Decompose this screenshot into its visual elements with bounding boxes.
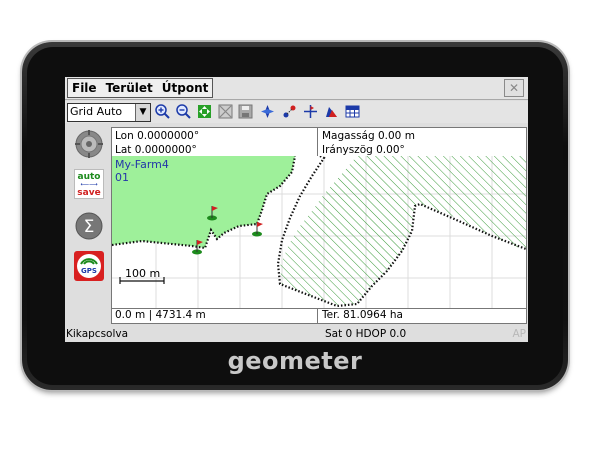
left-panel: auto ⟵⟶ save Σ GPS xyxy=(65,125,111,325)
gps-signal-icon[interactable]: GPS xyxy=(74,251,104,281)
zoom-in-icon[interactable] xyxy=(155,104,170,119)
grid-select-value: Grid Auto xyxy=(70,105,123,118)
scale-label: 100 m xyxy=(125,267,161,280)
svg-text:Σ: Σ xyxy=(84,217,95,237)
menu-bar: File Terület Útpont ✕ xyxy=(65,77,528,100)
waypoint-icon[interactable] xyxy=(282,104,297,119)
heading-value: Irányszög 0.00° xyxy=(322,144,405,156)
corner-label: AP xyxy=(512,328,526,340)
map-canvas xyxy=(112,156,526,308)
layers-icon[interactable] xyxy=(324,104,339,119)
menu-utpont[interactable]: Útpont xyxy=(162,81,209,95)
screen: File Terület Útpont ✕ Grid Auto ▼ auto ⟵… xyxy=(65,77,528,342)
status-bar: Kikapcsolva Sat 0 HDOP 0.0 AP xyxy=(65,325,528,342)
altitude-heading: Magasság 0.00 m Irányszög 0.00° xyxy=(322,129,415,157)
measure-status-row: 0.0 m | 4731.4 m Ter. 81.0964 ha xyxy=(111,308,527,324)
field-polygon-2[interactable] xyxy=(280,156,526,306)
distance-value: 0.0 m | 4731.4 m xyxy=(115,309,206,321)
grid-icon[interactable] xyxy=(345,104,360,119)
sum-icon[interactable]: Σ xyxy=(74,211,104,241)
autosave-icon[interactable]: auto ⟵⟶ save xyxy=(74,169,104,199)
divider xyxy=(317,309,318,323)
navigate-icon[interactable] xyxy=(260,104,275,119)
grid-select[interactable]: Grid Auto ▼ xyxy=(67,103,151,122)
toolbar: Grid Auto ▼ xyxy=(65,101,528,123)
gps-target-icon[interactable] xyxy=(74,129,104,159)
connection-status: Kikapcsolva xyxy=(66,328,129,340)
zoom-extent-icon[interactable] xyxy=(218,104,233,119)
menu-terulet[interactable]: Terület xyxy=(106,81,153,95)
satellite-status: Sat 0 HDOP 0.0 xyxy=(325,328,407,340)
brand-logo: geometer xyxy=(227,347,363,375)
save-icon[interactable] xyxy=(238,104,253,119)
coords: Lon 0.0000000° Lat 0.0000000° xyxy=(115,129,199,157)
farm-name-label: My-Farm4 xyxy=(115,158,169,171)
close-button[interactable]: ✕ xyxy=(504,79,524,97)
gps-signal-graphic xyxy=(77,254,101,278)
field-id-label: 01 xyxy=(115,171,129,184)
chevron-down-icon[interactable]: ▼ xyxy=(135,104,150,121)
pan-icon[interactable] xyxy=(197,104,212,119)
lon-value: Lon 0.0000000° xyxy=(115,130,200,142)
gps-label: GPS xyxy=(81,267,97,275)
menu-file[interactable]: File xyxy=(72,81,97,95)
autosave-label-bottom: save xyxy=(77,188,101,198)
menu-group: File Terület Útpont xyxy=(67,78,214,98)
compass-icon[interactable] xyxy=(303,104,318,119)
altitude-value: Magasság 0.00 m xyxy=(322,130,415,142)
map-view[interactable]: My-Farm4 01 100 m xyxy=(111,156,527,308)
area-value: Ter. 81.0964 ha xyxy=(322,309,403,321)
lat-value: Lat 0.0000000° xyxy=(115,144,197,156)
zoom-out-icon[interactable] xyxy=(176,104,191,119)
